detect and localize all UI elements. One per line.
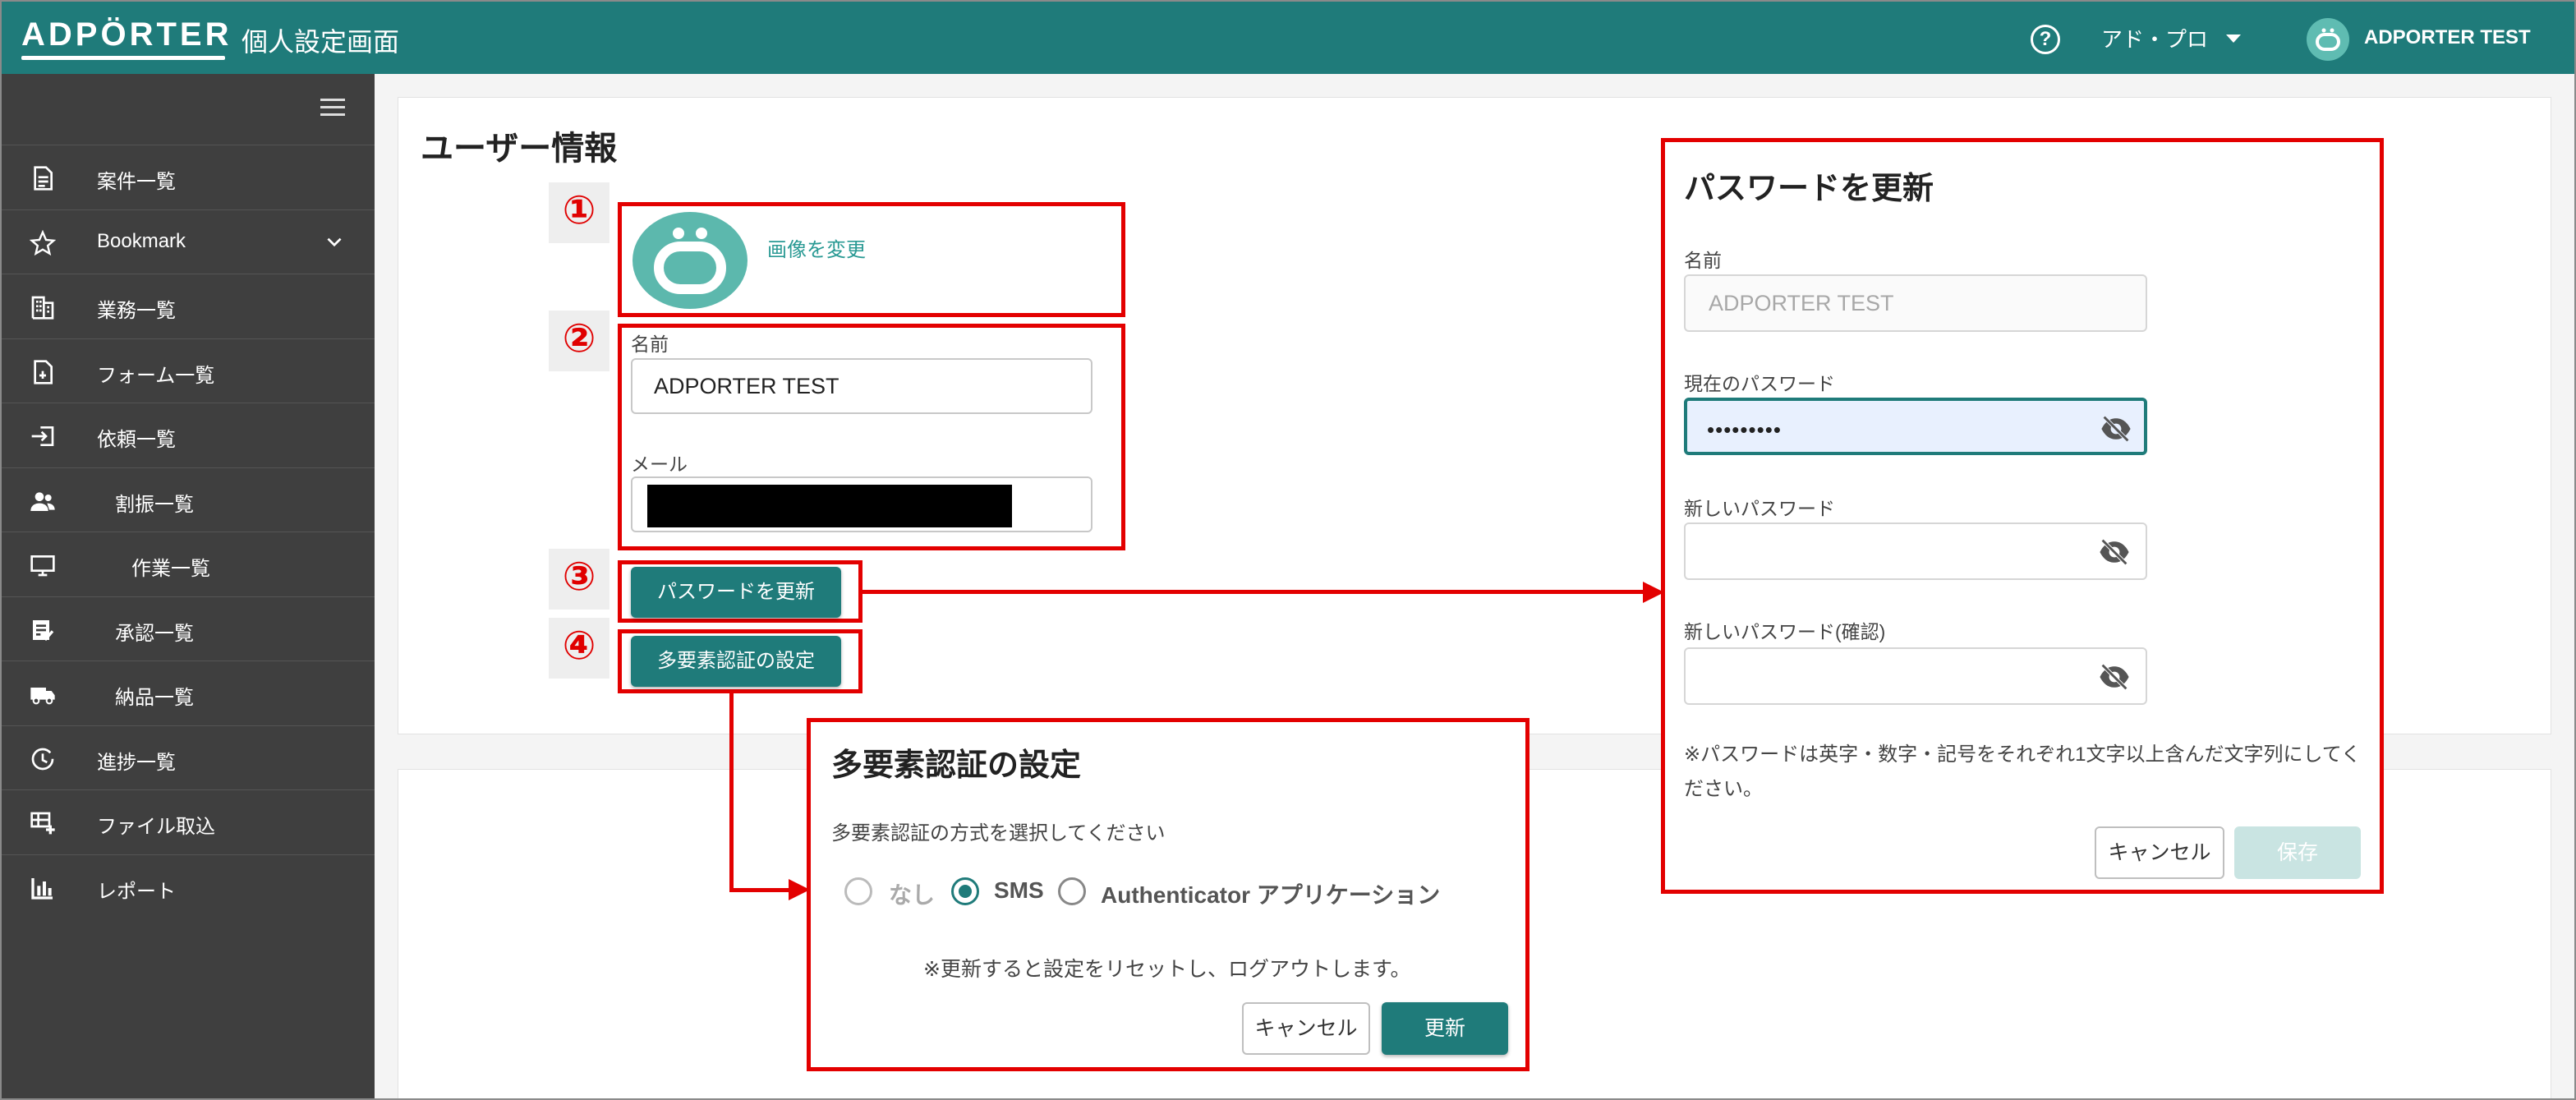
sidebar-item-label: 依頼一覧 — [97, 429, 176, 451]
password-rule-note: ※パスワードは英字・数字・記号をそれぞれ1文字以上含んだ文字列にしてください。 — [1684, 743, 2362, 800]
current-password-value: ••••••••• — [1707, 417, 1782, 442]
table-add-icon — [30, 812, 55, 835]
mfa-option-authenticator-radio[interactable] — [1058, 877, 1086, 905]
sidebar-item-label: レポート — [97, 880, 176, 903]
sidebar-item-file-import[interactable]: ファイル取込 — [2, 789, 375, 854]
logo[interactable]: ADPÖRTER — [21, 16, 232, 53]
sidebar-item-report[interactable]: レポート — [2, 854, 375, 919]
sidebar-item-label: 案件一覧 — [97, 171, 176, 193]
arrow-line-mfa-vertical — [729, 693, 734, 892]
building-icon — [31, 296, 54, 320]
change-image-link[interactable]: 画像を変更 — [767, 233, 866, 262]
eye-off-icon[interactable] — [2100, 416, 2132, 442]
people-icon — [30, 491, 55, 511]
update-password-button[interactable]: パスワードを更新 — [631, 567, 841, 618]
login-icon — [31, 426, 54, 446]
eye-off-icon[interactable] — [2098, 539, 2131, 565]
hamburger-menu-icon[interactable] — [320, 99, 345, 118]
current-password-field[interactable]: ••••••••• — [1684, 398, 2147, 455]
truck-icon — [30, 688, 55, 705]
user-name[interactable]: ADPORTER TEST — [2364, 26, 2531, 49]
logo-underline — [21, 56, 225, 60]
arrow-line-mfa-horizontal — [729, 888, 795, 892]
mfa-option-sms-label: SMS — [994, 877, 1044, 903]
pw-name-label: 名前 — [1684, 250, 1722, 271]
redacted-email — [647, 485, 1012, 527]
arrow-line-password — [862, 590, 1649, 594]
sidebar-item-label: Bookmark — [97, 229, 186, 252]
sidebar-item-label: ファイル取込 — [97, 816, 215, 838]
pw-name-field: ADPORTER TEST — [1684, 274, 2147, 332]
sidebar-item-label: フォーム一覧 — [97, 364, 215, 387]
new-password-label: 新しいパスワード — [1684, 498, 1835, 519]
mfa-option-none-radio[interactable] — [844, 877, 872, 905]
mfa-option-none-label: なし — [889, 882, 936, 908]
sidebar-item-label: 作業一覧 — [131, 558, 210, 580]
mfa-panel-title: 多要素認証の設定 — [831, 748, 1082, 783]
star-icon — [30, 229, 56, 255]
page-title: ユーザー情報 — [421, 131, 618, 167]
sidebar-item-tasks[interactable]: 作業一覧 — [2, 532, 375, 596]
sidebar-list: 案件一覧 Bookmark 業務一覧 フォーム一覧 依頼一覧 割振一覧 作業一覧… — [2, 145, 375, 918]
password-save-button[interactable]: 保存 — [2234, 826, 2361, 879]
sidebar-item-label: 進捗一覧 — [97, 751, 176, 774]
page-header-title: 個人設定画面 — [242, 27, 400, 57]
sidebar-item-approvals[interactable]: 承認一覧 — [2, 596, 375, 661]
mfa-cancel-button[interactable]: キャンセル — [1242, 1002, 1370, 1055]
sidebar-item-label: 割振一覧 — [115, 493, 194, 516]
sidebar-item-bookmark[interactable]: Bookmark — [2, 209, 375, 274]
history-icon — [31, 748, 54, 770]
name-label: 名前 — [631, 334, 669, 355]
org-selector[interactable]: アド・プロ — [2101, 23, 2208, 53]
sidebar-item-assignments[interactable]: 割振一覧 — [2, 467, 375, 532]
mfa-update-button[interactable]: 更新 — [1382, 1002, 1508, 1055]
user-avatar[interactable] — [2307, 18, 2349, 61]
mfa-description: 多要素認証の方式を選択してください — [831, 822, 1166, 845]
sidebar: 案件一覧 Bookmark 業務一覧 フォーム一覧 依頼一覧 割振一覧 作業一覧… — [2, 74, 375, 1098]
sidebar-item-operations[interactable]: 業務一覧 — [2, 274, 375, 338]
caret-down-icon[interactable] — [2226, 35, 2241, 43]
sidebar-item-progress[interactable]: 進捗一覧 — [2, 725, 375, 790]
document-icon — [34, 166, 53, 191]
new-password-field[interactable] — [1684, 522, 2147, 580]
sidebar-item-deliveries[interactable]: 納品一覧 — [2, 660, 375, 725]
mfa-reset-note: ※更新すると設定をリセットし、ログアウトします。 — [923, 958, 1411, 981]
sidebar-item-label: 業務一覧 — [97, 300, 176, 322]
profile-avatar — [632, 212, 748, 309]
annotation-2: ② — [549, 311, 610, 371]
annotation-4: ④ — [549, 618, 610, 679]
annotation-1: ① — [549, 182, 610, 243]
mfa-settings-button[interactable]: 多要素認証の設定 — [631, 636, 841, 687]
annotation-3: ③ — [549, 549, 610, 610]
mfa-option-authenticator-label: Authenticator アプリケーション — [1101, 882, 1441, 908]
sidebar-item-requests[interactable]: 依頼一覧 — [2, 403, 375, 467]
current-password-label: 現在のパスワード — [1684, 373, 1835, 394]
sidebar-item-cases[interactable]: 案件一覧 — [2, 145, 375, 209]
sidebar-item-label: 承認一覧 — [115, 622, 194, 645]
help-circle-icon[interactable]: ? — [2031, 25, 2060, 54]
monitor-icon — [30, 555, 55, 577]
approval-icon — [33, 619, 54, 641]
top-header: ADPÖRTER 個人設定画面 ? アド・プロ ADPORTER TEST — [2, 2, 2574, 74]
password-cancel-button[interactable]: キャンセル — [2095, 826, 2224, 879]
mfa-option-sms-radio[interactable] — [951, 877, 979, 905]
confirm-password-field[interactable] — [1684, 647, 2147, 705]
name-field[interactable]: ADPORTER TEST — [631, 358, 1092, 414]
sidebar-item-label: 納品一覧 — [115, 687, 194, 709]
chevron-down-icon[interactable] — [324, 232, 345, 253]
eye-off-icon[interactable] — [2098, 664, 2131, 690]
app-window: ADPÖRTER 個人設定画面 ? アド・プロ ADPORTER TEST 案件… — [0, 0, 2576, 1100]
sidebar-item-forms[interactable]: フォーム一覧 — [2, 338, 375, 403]
confirm-password-label: 新しいパスワード(確認) — [1684, 621, 1886, 642]
password-panel-title: パスワードを更新 — [1684, 172, 1934, 206]
mail-label: メール — [631, 453, 688, 475]
bar-chart-icon — [31, 877, 53, 900]
form-icon — [34, 359, 53, 384]
